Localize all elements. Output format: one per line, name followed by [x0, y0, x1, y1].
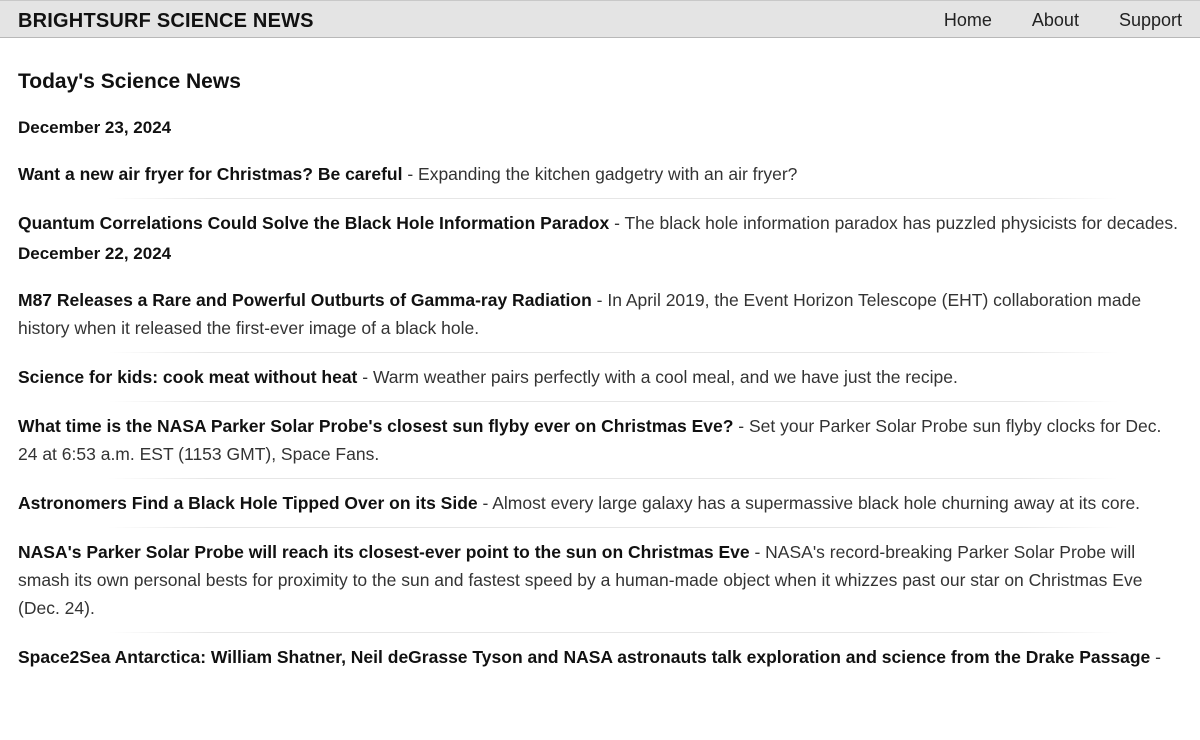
article-title-link[interactable]: Science for kids: cook meat without heat	[18, 367, 357, 387]
article-divider	[108, 352, 1118, 353]
nav-home-link[interactable]: Home	[944, 10, 992, 31]
article-item: Space2Sea Antarctica: William Shatner, N…	[18, 643, 1182, 671]
article-item: Want a new air fryer for Christmas? Be c…	[18, 160, 1182, 188]
article-item: What time is the NASA Parker Solar Probe…	[18, 412, 1182, 468]
article-divider	[108, 478, 1118, 479]
site-brand-link[interactable]: BRIGHTSURF SCIENCE NEWS	[18, 10, 314, 33]
nav-support-link[interactable]: Support	[1119, 10, 1182, 31]
article-title-link[interactable]: Astronomers Find a Black Hole Tipped Ove…	[18, 493, 478, 513]
article-title-link[interactable]: Space2Sea Antarctica: William Shatner, N…	[18, 647, 1150, 667]
date-heading: December 23, 2024	[18, 118, 172, 137]
nav-links: Home About Support	[904, 10, 1182, 31]
article-title-link[interactable]: M87 Releases a Rare and Powerful Outburt…	[18, 290, 592, 310]
page-title: Today's Science News	[18, 70, 241, 93]
article-item: M87 Releases a Rare and Powerful Outburt…	[18, 286, 1182, 342]
article-divider	[108, 527, 1118, 528]
date-heading: December 22, 2024	[18, 244, 172, 263]
article-summary: - The black hole information paradox has…	[609, 213, 1178, 233]
article-title-link[interactable]: NASA's Parker Solar Probe will reach its…	[18, 542, 750, 562]
article-summary: - Warm weather pairs perfectly with a co…	[357, 367, 958, 387]
article-item: Astronomers Find a Black Hole Tipped Ove…	[18, 489, 1182, 517]
article-summary: - Expanding the kitchen gadgetry with an…	[402, 164, 798, 184]
nav-about-link[interactable]: About	[1032, 10, 1079, 31]
article-summary: -	[1150, 647, 1161, 667]
article-title-link[interactable]: Want a new air fryer for Christmas? Be c…	[18, 164, 402, 184]
article-item: NASA's Parker Solar Probe will reach its…	[18, 538, 1182, 622]
article-divider	[108, 198, 1118, 199]
article-title-link[interactable]: What time is the NASA Parker Solar Probe…	[18, 416, 733, 436]
article-title-link[interactable]: Quantum Correlations Could Solve the Bla…	[18, 213, 609, 233]
article-divider	[108, 401, 1118, 402]
article-divider	[108, 632, 1118, 633]
article-item: Quantum Correlations Could Solve the Bla…	[18, 209, 1182, 237]
top-navbar: BRIGHTSURF SCIENCE NEWS Home About Suppo…	[0, 0, 1200, 38]
article-summary: - Almost every large galaxy has a superm…	[477, 493, 1141, 513]
main-content: Today's Science News December 23, 2024 W…	[18, 38, 1182, 671]
article-item: Science for kids: cook meat without heat…	[18, 363, 1182, 391]
